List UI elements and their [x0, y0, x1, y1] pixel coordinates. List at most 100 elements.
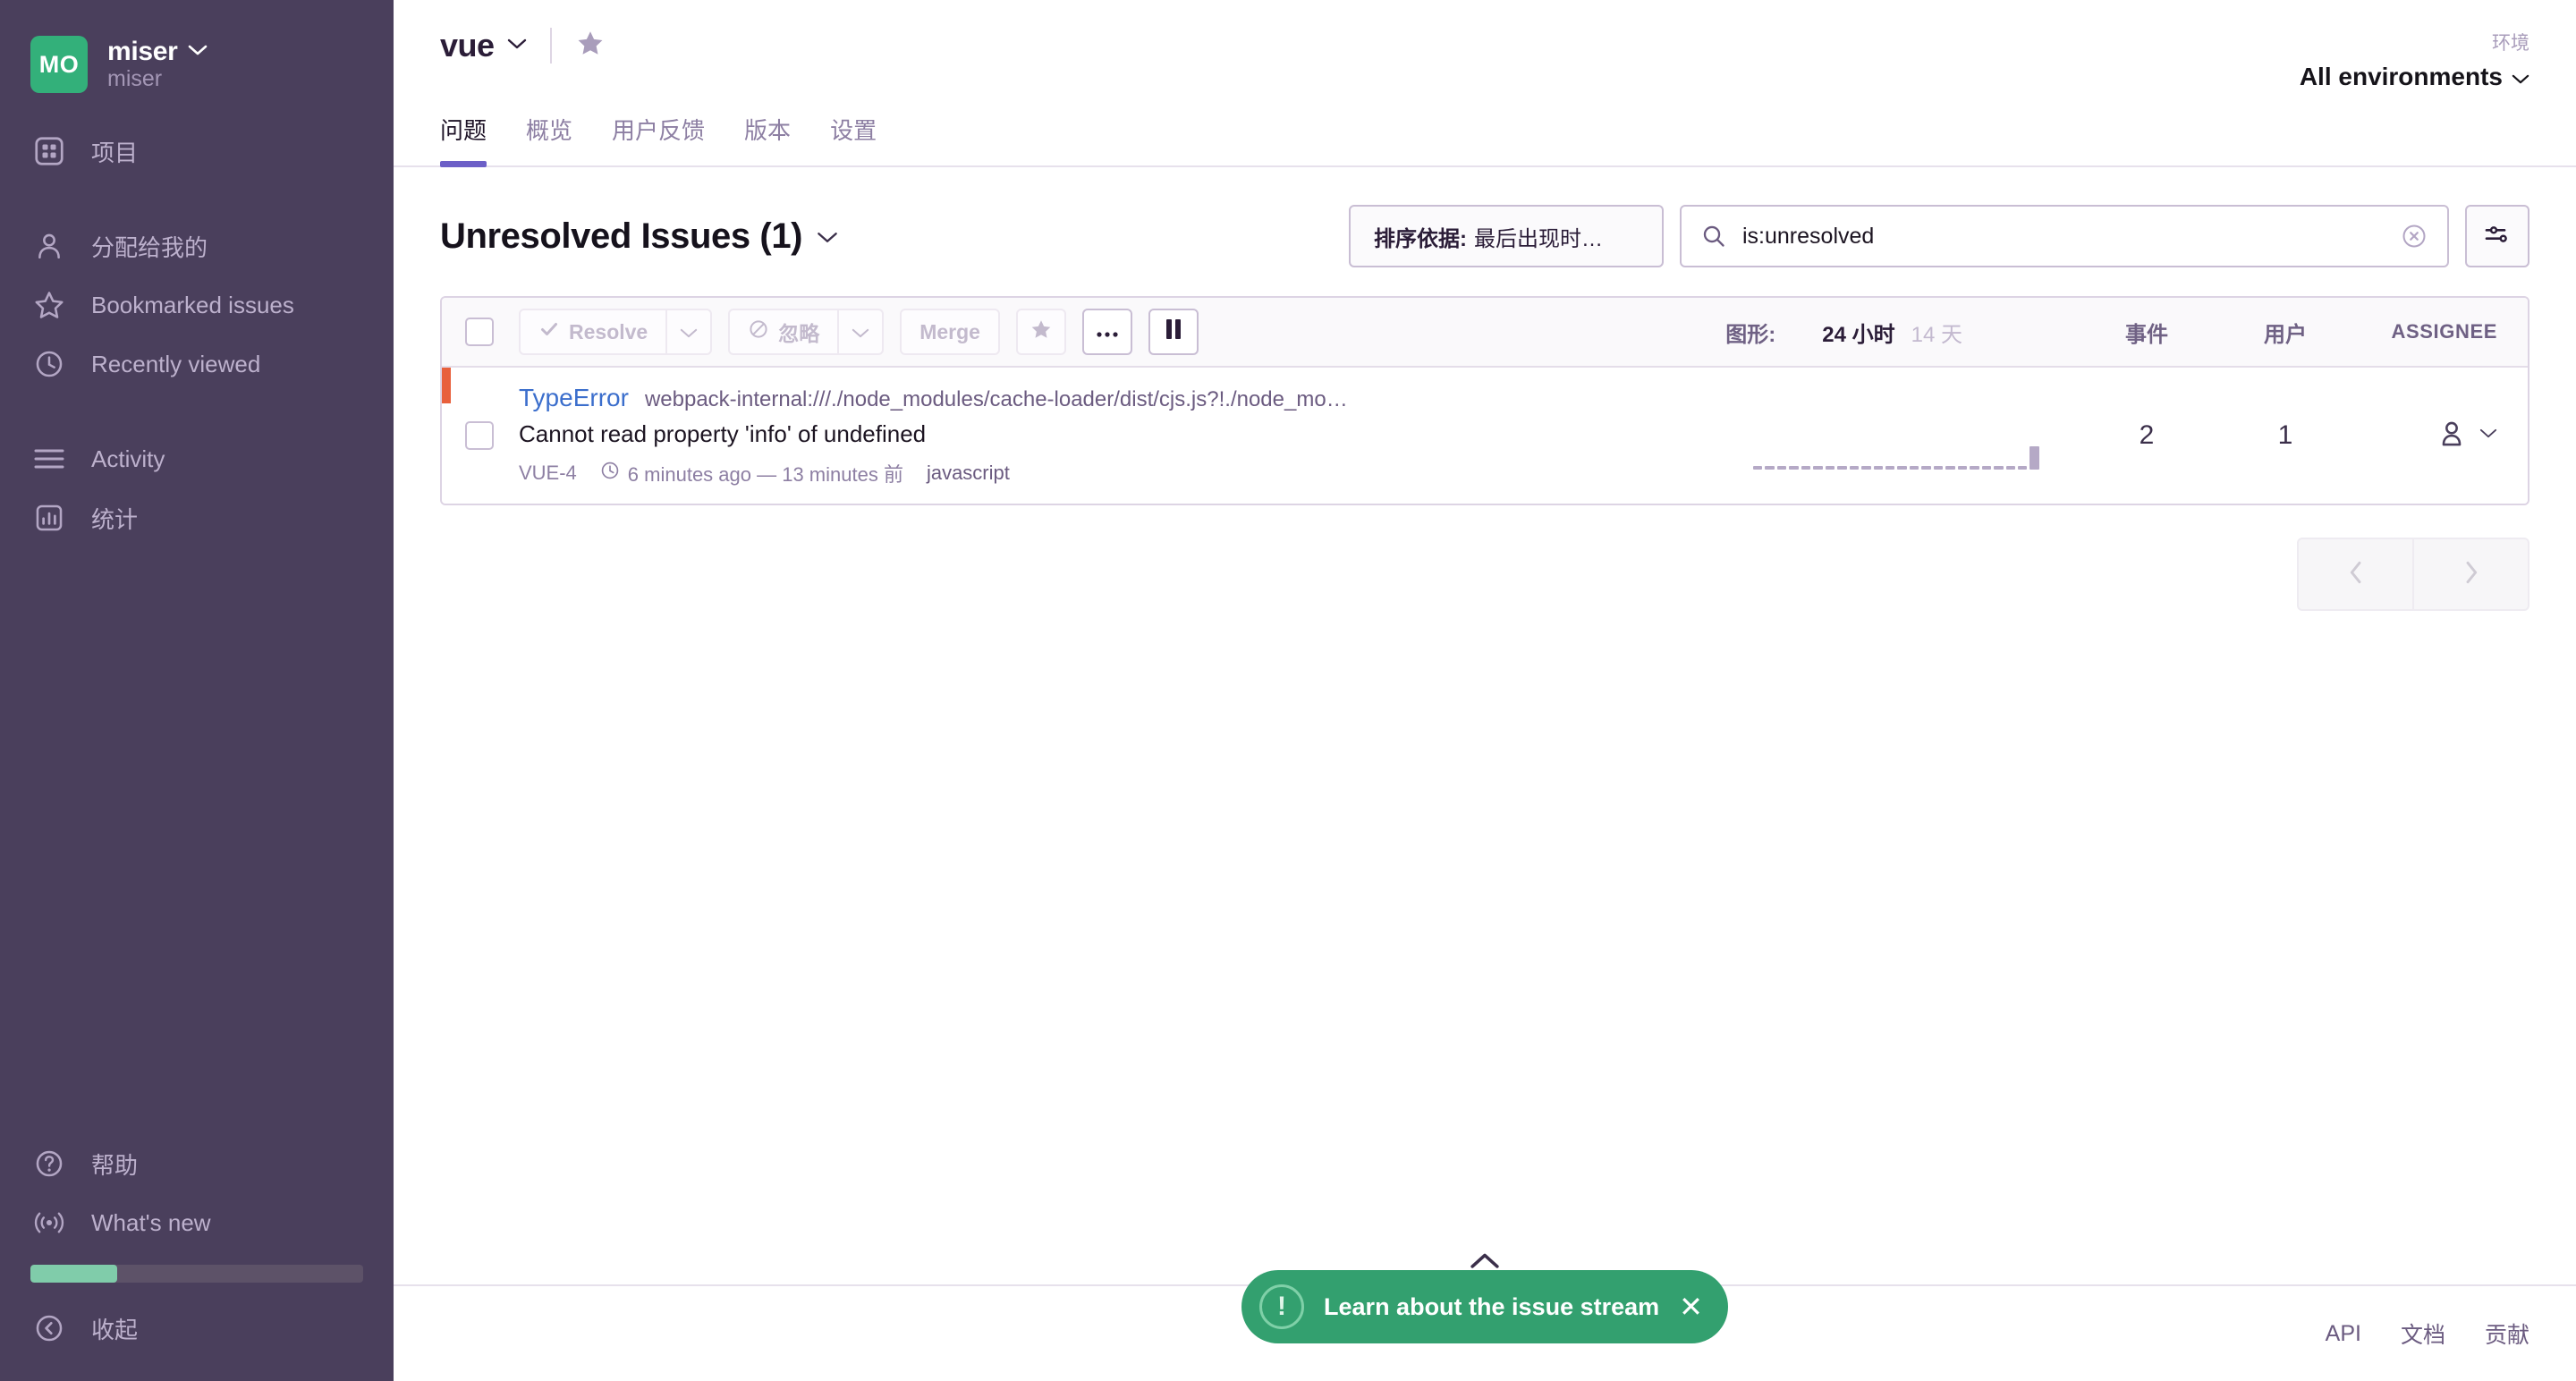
sparkline-bar [1776, 466, 1787, 470]
column-headers: 图形: 24 小时 14 天 事件 用户 ASSIGNEE [1725, 317, 2504, 348]
pause-icon [1164, 318, 1183, 346]
table-row[interactable]: TypeError webpack-internal:///./node_mod… [442, 368, 2528, 504]
issue-times-text: 6 minutes ago — 13 minutes 前 [627, 463, 903, 486]
pause-stream-button[interactable] [1148, 309, 1199, 355]
sparkline-bar [1994, 466, 2004, 470]
filter-settings-button[interactable] [2465, 205, 2529, 267]
issue-details: TypeError webpack-internal:///./node_mod… [519, 384, 1753, 487]
ignore-label: 忽略 [778, 322, 820, 345]
sidebar-item-label: 分配给我的 [91, 233, 208, 261]
merge-label: Merge [919, 319, 980, 343]
select-all-checkbox[interactable] [465, 318, 494, 346]
merge-button[interactable]: Merge [900, 309, 1000, 355]
sidebar-collapse-button[interactable]: 收起 [0, 1299, 394, 1358]
close-circle-icon[interactable] [2401, 223, 2428, 250]
resolve-button[interactable]: Resolve [519, 309, 667, 355]
chevron-down-icon [680, 320, 698, 344]
tab-releases[interactable]: 版本 [744, 113, 791, 165]
sparkline-bar [1765, 466, 1775, 470]
sidebar-item-activity[interactable]: Activity [0, 429, 394, 488]
footer-link-api[interactable]: API [2326, 1321, 2361, 1347]
sort-by-dropdown[interactable]: 排序依据: 最后出现时… [1349, 205, 1664, 267]
search-icon [1701, 224, 1726, 249]
sidebar-item-stats[interactable]: 统计 [0, 488, 394, 547]
ignore-button[interactable]: 忽略 [728, 309, 839, 355]
sidebar-item-recently-viewed[interactable]: Recently viewed [0, 335, 394, 394]
issue-assignee-selector[interactable] [2352, 419, 2504, 453]
toast-notification[interactable]: ! Learn about the issue stream ✕ [1241, 1270, 1728, 1343]
search-input-value[interactable]: is:unresolved [1742, 224, 2385, 250]
issue-type-link[interactable]: TypeError [519, 384, 629, 412]
issue-sparkline-chart [1753, 402, 2039, 470]
sidebar-item-whats-new[interactable]: What's new [0, 1193, 394, 1252]
project-selector[interactable]: vue [440, 27, 527, 64]
issue-culprit: webpack-internal:///./node_modules/cache… [644, 387, 1348, 411]
assignee-column-label: ASSIGNEE [2391, 320, 2497, 343]
sparkline-bar [1921, 466, 1931, 470]
resolve-button-group: Resolve [519, 309, 713, 355]
onboarding-progress-bar[interactable] [30, 1265, 363, 1283]
org-dropdown[interactable]: MO miser miser [0, 25, 394, 102]
more-actions-button[interactable] [1081, 309, 1132, 355]
sidebar-bottom: 帮助 What's new 收起 [0, 1134, 394, 1381]
graph-period-toggle: 24 小时 14 天 [1822, 317, 1962, 348]
sparkline-bar [1825, 466, 1835, 470]
sparkline-bar [1981, 466, 1992, 470]
sparkline-bar [2005, 466, 2015, 470]
sparkline-bar [1909, 466, 1919, 470]
sparkline-bar [1885, 466, 1895, 470]
clock-icon [600, 461, 620, 486]
stream-header: Unresolved Issues (1) 排序依据: 最后出现时… is:un… [440, 205, 2529, 267]
graph-period-14d[interactable]: 14 天 [1911, 317, 1962, 348]
sparkline-bar [1873, 466, 1883, 470]
sidebar-item-bookmarked-issues[interactable]: Bookmarked issues [0, 275, 394, 335]
chevron-down-icon [507, 38, 527, 55]
tab-overview[interactable]: 概览 [526, 113, 572, 165]
tab-settings[interactable]: 设置 [830, 113, 877, 165]
sidebar-nav-primary: 项目 [0, 122, 394, 181]
tab-issues[interactable]: 问题 [440, 113, 487, 167]
sidebar-item-assigned-to-me[interactable]: 分配给我的 [0, 216, 394, 275]
sparkline-bar [2029, 446, 2039, 470]
graph-period-24h[interactable]: 24 小时 [1822, 317, 1894, 348]
bookmark-project-button[interactable] [575, 28, 606, 64]
footer-link-docs[interactable]: 文档 [2401, 1317, 2445, 1350]
environment-value-row[interactable]: All environments [2300, 63, 2529, 91]
graph-column-label: 图形: [1725, 322, 1776, 347]
footer-link-contribute[interactable]: 贡献 [2485, 1317, 2529, 1350]
search-input[interactable]: is:unresolved [1680, 205, 2449, 267]
sort-value: 最后出现时… [1474, 226, 1603, 251]
saved-search-selector[interactable]: Unresolved Issues (1) [440, 216, 838, 257]
grid-icon [30, 132, 68, 170]
tab-user-feedback[interactable]: 用户反馈 [612, 113, 705, 165]
sparkline-bar [1801, 466, 1811, 470]
issue-events-count[interactable]: 2 [2075, 420, 2218, 451]
resolve-dropdown-button[interactable] [666, 309, 713, 355]
issue-users-count[interactable]: 1 [2218, 420, 2352, 451]
divider [549, 28, 552, 64]
sidebar-item-help[interactable]: 帮助 [0, 1134, 394, 1193]
toast-message: Learn about the issue stream [1324, 1292, 1660, 1320]
sidebar: MO miser miser 项目 分配给我的 Bookmarked issue… [0, 0, 394, 1381]
sort-prefix: 排序依据: [1374, 226, 1467, 251]
environment-selector[interactable]: 环境 All environments [2300, 27, 2529, 91]
stream-controls: 排序依据: 最后出现时… is:unresolved [1349, 205, 2529, 267]
close-icon[interactable]: ✕ [1679, 1292, 1703, 1321]
issue-level-indicator [442, 368, 451, 403]
issue-select-checkbox[interactable] [465, 421, 494, 450]
issue-short-id: VUE-4 [519, 462, 577, 484]
pagination-next-button[interactable] [2413, 538, 2529, 611]
sparkline-bar [2017, 466, 2028, 470]
sparkline-bar [1789, 466, 1799, 470]
sparkline-bar [1945, 466, 1955, 470]
sidebar-item-projects[interactable]: 项目 [0, 122, 394, 181]
pagination [440, 538, 2529, 611]
star-icon [1030, 318, 1053, 346]
chevron-left-icon [2344, 558, 2368, 591]
ignore-dropdown-button[interactable] [838, 309, 885, 355]
page-title: vue [440, 27, 495, 64]
stats-icon [30, 499, 68, 537]
issues-toolbar: Resolve 忽略 Merge 图形: 24 小时 14 天 事件 用户 AS… [442, 298, 2528, 368]
pagination-previous-button[interactable] [2297, 538, 2413, 611]
bookmark-button[interactable] [1015, 309, 1066, 355]
